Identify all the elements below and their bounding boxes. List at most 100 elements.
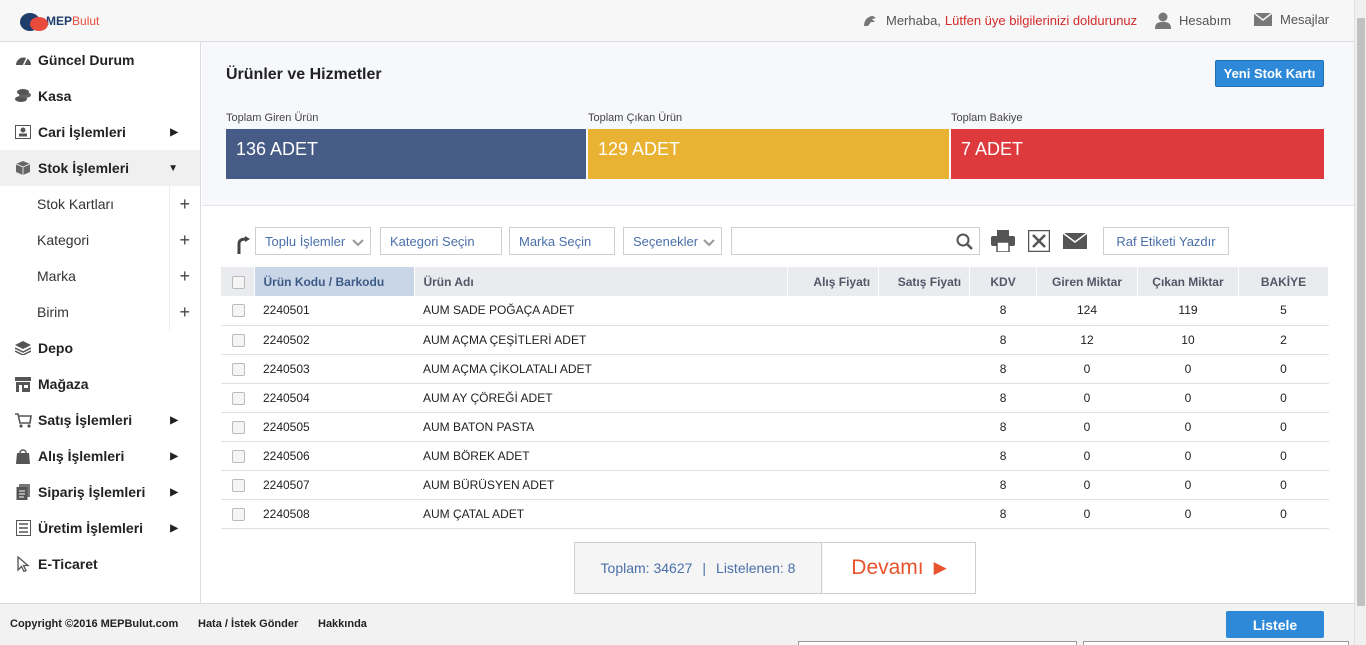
add-kategori-icon[interactable]: + bbox=[179, 231, 190, 249]
stack-icon bbox=[14, 340, 32, 356]
print-shelf-label-button[interactable]: Raf Etiketi Yazdır bbox=[1103, 227, 1229, 255]
sidebar-subitem-kategori[interactable]: Kategori + bbox=[0, 222, 200, 258]
search-input[interactable] bbox=[731, 227, 980, 255]
load-more-button[interactable]: Devamı ▶ bbox=[823, 543, 975, 593]
cell-out: 0 bbox=[1137, 499, 1239, 529]
cell-code: 2240503 bbox=[254, 354, 415, 384]
sidebar-item-magaza[interactable]: Mağaza bbox=[0, 366, 200, 402]
wave-hand-icon bbox=[864, 15, 876, 26]
row-checkbox[interactable] bbox=[232, 507, 245, 521]
sidebar-item-alis-islemleri[interactable]: Alış İşlemleri ▶ bbox=[0, 438, 200, 474]
cell-out: 0 bbox=[1137, 412, 1239, 442]
col-name[interactable]: Ürün Adı bbox=[414, 267, 789, 296]
table-row[interactable]: 2240508 AUM ÇATAL ADET 8 0 0 0 bbox=[221, 499, 1329, 529]
sidebar-item-satis-islemleri[interactable]: Satış İşlemleri ▶ bbox=[0, 402, 200, 438]
stat-label: Toplam Bakiye bbox=[951, 112, 1023, 124]
cell-code: 2240507 bbox=[254, 470, 415, 500]
table-row[interactable]: 2240503 AUM AÇMA ÇİKOLATALI ADET 8 0 0 0 bbox=[221, 354, 1329, 384]
cell-buy bbox=[787, 296, 879, 326]
expand-arrow-icon: ▶ bbox=[170, 414, 178, 426]
print-icon[interactable] bbox=[991, 230, 1015, 252]
cell-sell bbox=[878, 325, 970, 355]
add-marka-icon[interactable]: + bbox=[179, 267, 190, 285]
sidebar-item-uretim-islemleri[interactable]: Üretim İşlemleri ▶ bbox=[0, 510, 200, 546]
table-row[interactable]: 2240507 AUM BÜRÜSYEN ADET 8 0 0 0 bbox=[221, 470, 1329, 500]
sidebar-item-siparis-islemleri[interactable]: Sipariş İşlemleri ▶ bbox=[0, 474, 200, 510]
list-button[interactable]: Listele bbox=[1226, 611, 1324, 638]
col-sell-price[interactable]: Satış Fiyatı bbox=[878, 267, 971, 296]
sidebar-subitem-marka[interactable]: Marka + bbox=[0, 258, 200, 294]
sidebar-item-guncel-durum[interactable]: Güncel Durum bbox=[0, 42, 200, 78]
sidebar-item-e-ticaret[interactable]: E-Ticaret bbox=[0, 546, 200, 582]
cell-name: AUM SADE POĞAÇA ADET bbox=[414, 296, 788, 326]
table-row[interactable]: 2240502 AUM AÇMA ÇEŞİTLERİ ADET 8 12 10 2 bbox=[221, 325, 1329, 355]
row-checkbox[interactable] bbox=[232, 478, 245, 492]
add-stok-karti-icon[interactable]: + bbox=[179, 195, 190, 213]
account-link[interactable]: Hesabım bbox=[1155, 12, 1231, 29]
select-all-checkbox[interactable] bbox=[232, 275, 245, 289]
sidebar-item-stok-islemleri[interactable]: Stok İşlemleri ▼ bbox=[0, 150, 200, 186]
feedback-link[interactable]: Hata / İstek Gönder bbox=[198, 618, 298, 630]
page-scrollbar[interactable] bbox=[1354, 0, 1366, 645]
greeting-text: Merhaba, bbox=[886, 13, 941, 28]
row-checkbox[interactable] bbox=[232, 362, 245, 376]
cell-buy bbox=[787, 441, 879, 471]
top-bar: MEPBulut Merhaba, Lütfen üye bilgilerini… bbox=[0, 0, 1366, 42]
add-birim-icon[interactable]: + bbox=[179, 303, 190, 321]
cell-code: 2240504 bbox=[254, 383, 415, 413]
row-select-cell bbox=[221, 441, 255, 471]
excel-export-icon[interactable] bbox=[1028, 230, 1050, 252]
cell-sell bbox=[878, 296, 970, 326]
cell-buy bbox=[787, 470, 879, 500]
panel-edge bbox=[798, 641, 1077, 645]
pagination-info: Toplam: 34627 | Listelenen: 8 bbox=[575, 543, 822, 593]
table-row[interactable]: 2240505 AUM BATON PASTA 8 0 0 0 bbox=[221, 412, 1329, 442]
col-code[interactable]: Ürün Kodu / Barkodu bbox=[254, 267, 416, 296]
undo-icon[interactable] bbox=[236, 236, 252, 254]
table-row[interactable]: 2240506 AUM BÖREK ADET 8 0 0 0 bbox=[221, 441, 1329, 471]
sidebar-item-kasa[interactable]: Kasa bbox=[0, 78, 200, 114]
chevron-down-icon bbox=[352, 239, 364, 247]
logo[interactable]: MEPBulut bbox=[18, 10, 99, 32]
cell-sell bbox=[878, 441, 970, 471]
cell-in: 0 bbox=[1036, 412, 1138, 442]
stat-total-out: Toplam Çıkan Ürün 129 ADET bbox=[588, 112, 949, 179]
stat-value: 136 ADET bbox=[226, 129, 586, 179]
cell-name: AUM BATON PASTA bbox=[414, 412, 788, 442]
cell-buy bbox=[787, 354, 879, 384]
col-balance[interactable]: BAKİYE bbox=[1238, 267, 1330, 296]
col-kdv[interactable]: KDV bbox=[969, 267, 1038, 296]
brand-select[interactable]: Marka Seçin bbox=[509, 227, 615, 255]
cell-balance: 5 bbox=[1238, 296, 1329, 326]
search-icon[interactable] bbox=[956, 233, 973, 250]
row-select-cell bbox=[221, 412, 255, 442]
sidebar-item-depo[interactable]: Depo bbox=[0, 330, 200, 366]
sidebar-subitem-birim[interactable]: Birim + bbox=[0, 294, 200, 330]
table-row[interactable]: 2240501 AUM SADE POĞAÇA ADET 8 124 119 5 bbox=[221, 296, 1329, 326]
row-checkbox[interactable] bbox=[232, 333, 245, 347]
row-checkbox[interactable] bbox=[232, 304, 245, 318]
col-in-qty[interactable]: Giren Miktar bbox=[1036, 267, 1138, 296]
table-row[interactable]: 2240504 AUM AY ÇÖREĞİ ADET 8 0 0 0 bbox=[221, 383, 1329, 413]
sidebar-item-label: Üretim İşlemleri bbox=[38, 520, 144, 536]
cell-in: 0 bbox=[1036, 383, 1138, 413]
row-checkbox[interactable] bbox=[232, 391, 245, 405]
row-checkbox[interactable] bbox=[232, 449, 245, 463]
col-buy-price[interactable]: Alış Fiyatı bbox=[787, 267, 880, 296]
sidebar-subitem-label: Birim bbox=[37, 304, 69, 320]
row-checkbox[interactable] bbox=[232, 420, 245, 434]
col-out-qty[interactable]: Çıkan Miktar bbox=[1137, 267, 1239, 296]
email-icon[interactable] bbox=[1063, 233, 1087, 249]
bulk-actions-dropdown[interactable]: Toplu İşlemler bbox=[255, 227, 371, 255]
messages-link[interactable]: Mesajlar bbox=[1254, 12, 1329, 27]
stat-value: 7 ADET bbox=[951, 129, 1324, 179]
sidebar-subitem-stok-kartlari[interactable]: Stok Kartları + bbox=[0, 186, 200, 222]
options-dropdown[interactable]: Seçenekler bbox=[623, 227, 722, 255]
sidebar-item-cari-islemleri[interactable]: Cari İşlemleri ▶ bbox=[0, 114, 200, 150]
divider bbox=[169, 186, 170, 222]
category-select[interactable]: Kategori Seçin bbox=[380, 227, 502, 255]
about-link[interactable]: Hakkında bbox=[318, 618, 367, 630]
new-stock-card-button[interactable]: Yeni Stok Kartı bbox=[1215, 60, 1324, 87]
profile-warning-link[interactable]: Lütfen üye bilgilerinizi doldurunuz bbox=[945, 13, 1137, 28]
scrollbar-thumb[interactable] bbox=[1357, 18, 1365, 606]
